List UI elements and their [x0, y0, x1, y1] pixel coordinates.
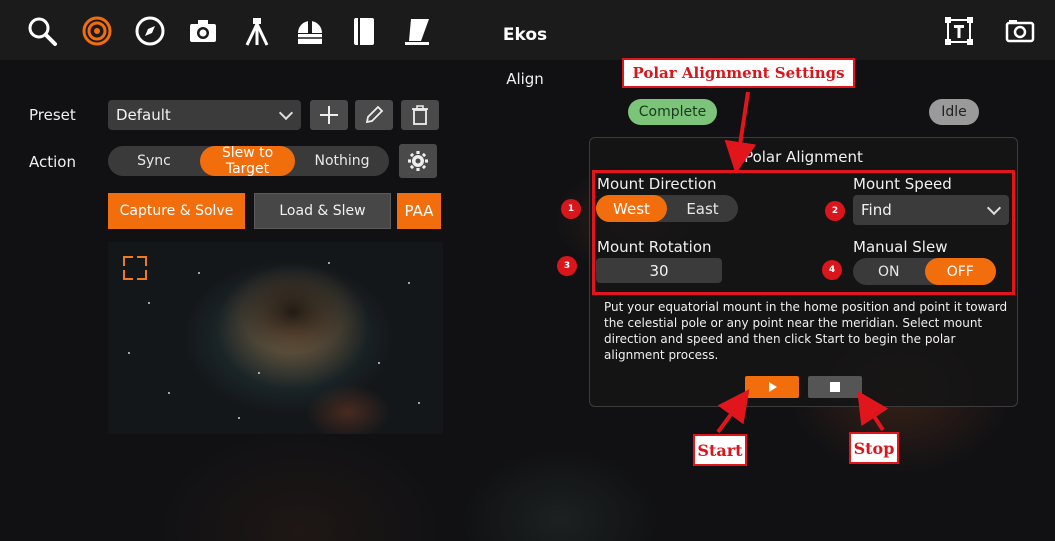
annotation-arrows	[716, 91, 889, 434]
marker-2: 2	[825, 201, 845, 221]
marker-3: 3	[557, 256, 577, 276]
settings-arrow	[724, 91, 757, 174]
start-arrow	[716, 389, 750, 434]
marker-4: 4	[822, 260, 842, 280]
stop-arrow	[857, 390, 889, 432]
marker-1: 1	[561, 199, 581, 219]
